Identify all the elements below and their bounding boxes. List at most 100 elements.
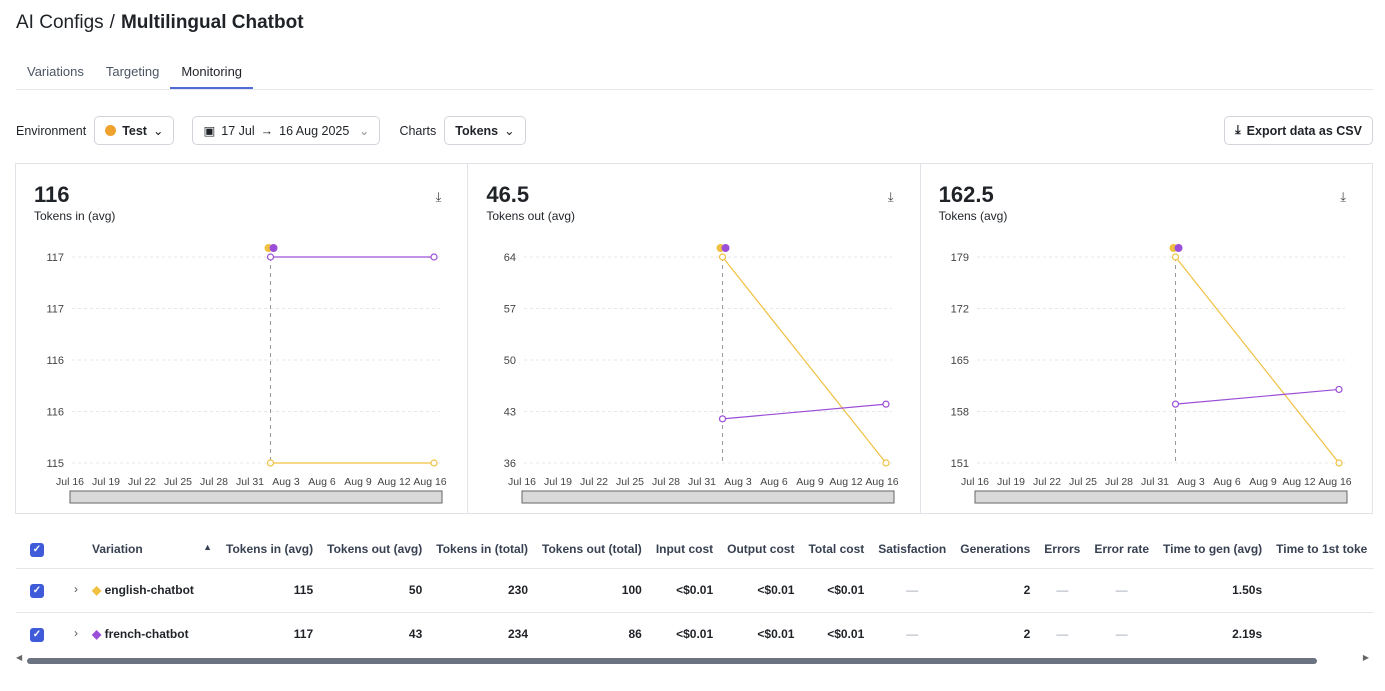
scroll-right-icon[interactable]: ▶ <box>1363 653 1369 662</box>
x-tick-label: Aug 12 <box>1282 476 1315 488</box>
charts-row: 116 Tokens in (avg) ⤓ 117 117 116 116 115 Jul 16… <box>15 163 1373 514</box>
table-cell <box>1269 611 1375 656</box>
column-header[interactable]: Errors <box>1037 530 1087 568</box>
column-header[interactable]: Satisfaction <box>871 530 953 568</box>
variation-name[interactable]: french-chatbot <box>105 627 189 641</box>
line-chart[interactable]: 117 117 116 116 115 Jul 16 Jul 19 Jul 22 Jul 25 J… <box>16 164 468 513</box>
column-header[interactable]: Output cost <box>720 530 801 568</box>
x-tick-label: Jul 16 <box>56 476 84 488</box>
chevron-down-icon: ⌄ <box>152 124 164 138</box>
data-point <box>430 253 438 261</box>
scrollbar-thumb[interactable] <box>27 658 1317 664</box>
table-cell: 230 <box>429 567 536 612</box>
data-point <box>719 253 727 261</box>
data-point <box>1171 400 1179 408</box>
column-header[interactable]: Total cost <box>801 530 871 568</box>
data-point <box>1171 253 1179 261</box>
chevron-down-icon: ⌄ <box>358 124 370 138</box>
y-tick-label: 57 <box>504 304 516 316</box>
column-header[interactable]: Error rate <box>1087 530 1156 568</box>
scroll-left-icon[interactable]: ◀ <box>16 653 22 662</box>
column-header[interactable]: Input cost <box>649 530 720 568</box>
charts-value: Tokens <box>455 123 499 138</box>
data-point <box>1335 385 1343 394</box>
x-tick-label: Aug 3 <box>1177 476 1205 488</box>
table-cell <box>1269 567 1375 612</box>
x-tick-label: Aug 3 <box>272 476 300 488</box>
chevron-down-icon: ⌄ <box>504 124 515 138</box>
x-tick-label: Aug 9 <box>1249 476 1277 488</box>
table-cell: — <box>1037 611 1088 656</box>
environment-dot-icon <box>105 125 117 136</box>
column-header[interactable]: Tokens in (total) <box>429 530 535 568</box>
breadcrumb-parent[interactable]: AI Configs <box>16 12 104 34</box>
date-range-picker[interactable]: ▣ 17 Jul → 16 Aug 2025 ⌄ <box>192 116 381 145</box>
variation-diamond-icon: ◆ <box>92 627 102 642</box>
line-chart[interactable]: 64 57 50 43 36 Jul 16 Jul 19 Jul 22 Jul 25 Jul 28… <box>468 164 920 513</box>
x-tick-label: Aug 16 <box>1318 476 1351 488</box>
breadcrumb-separator: / <box>109 12 115 33</box>
column-header[interactable]: Generations <box>953 530 1037 568</box>
y-tick-label: 116 <box>46 407 64 419</box>
column-header[interactable]: Variation ▲ <box>85 530 219 568</box>
x-tick-label: Jul 25 <box>1069 476 1097 488</box>
data-point <box>882 459 890 467</box>
table-cell: <$0.01 <box>648 611 721 656</box>
variation-name[interactable]: english-chatbot <box>105 583 194 597</box>
x-tick-label: Jul 19 <box>997 476 1025 488</box>
y-tick-label: 36 <box>504 458 516 470</box>
row-checkbox[interactable]: ✓ <box>30 628 44 643</box>
tab-monitoring[interactable]: Monitoring <box>170 56 254 89</box>
data-point <box>266 459 275 467</box>
x-tick-label: Jul 22 <box>128 476 156 488</box>
expand-chevron-icon[interactable]: › <box>74 626 78 640</box>
expand-chevron-icon[interactable]: › <box>74 582 78 596</box>
column-header[interactable]: Time to 1st toke <box>1269 530 1374 568</box>
y-tick-label: 151 <box>950 458 968 470</box>
environment-label: Environment <box>16 123 87 138</box>
horizontal-scrollbar[interactable]: ◀ ▶ <box>16 653 1373 666</box>
charts-select[interactable]: Tokens ⌄ <box>444 116 526 145</box>
y-tick-label: 43 <box>504 407 516 419</box>
y-tick-label: 117 <box>46 304 64 316</box>
table-cell: <$0.01 <box>801 567 872 612</box>
line-chart[interactable]: 179 172 165 158 151 Jul 16 Jul 19 Jul 22 Jul 25 J… <box>921 164 1373 513</box>
table-row[interactable]: ✓ › ◆ french-chatbot 117 43 234 86 <$0.01 <$0.01… <box>16 611 1375 656</box>
table-cell: 86 <box>535 611 649 656</box>
x-tick-label: Aug 16 <box>413 476 446 488</box>
table-row[interactable]: ✓ › ◆ english-chatbot 115 50 230 100 <$0.01 <$0.… <box>16 567 1375 612</box>
x-tick-label: Jul 22 <box>580 476 608 488</box>
export-csv-button[interactable]: ⤓ Export data as CSV <box>1224 116 1373 145</box>
calendar-icon: ▣ <box>203 124 216 138</box>
y-tick-label: 115 <box>46 458 64 470</box>
data-point <box>719 415 727 423</box>
y-tick-label: 116 <box>46 355 64 367</box>
hover-marker <box>721 244 730 252</box>
column-header[interactable]: Tokens in (avg) <box>219 530 320 568</box>
table-cell: <$0.01 <box>801 611 872 656</box>
y-tick-label: 50 <box>504 355 516 367</box>
column-header[interactable]: Tokens out (avg) <box>320 530 429 568</box>
x-tick-label: Aug 3 <box>725 476 753 488</box>
x-tick-label: Jul 31 <box>236 476 264 488</box>
x-tick-label: Jul 28 <box>652 476 680 488</box>
x-tick-label: Jul 28 <box>200 476 228 488</box>
x-tick-label: Jul 25 <box>616 476 644 488</box>
x-tick-label: Jul 31 <box>1141 476 1169 488</box>
tab-bar: Variations Targeting Monitoring <box>16 56 1373 90</box>
x-tick-label: Aug 16 <box>866 476 899 488</box>
breadcrumb: AI Configs / Multilingual Chatbot <box>16 12 304 34</box>
row-checkbox[interactable]: ✓ <box>30 584 44 598</box>
table-cell: <$0.01 <box>720 611 802 656</box>
select-all-checkbox[interactable]: ✓ <box>30 542 44 557</box>
variations-table: ✓ Variation ▲ Tokens in (avg) Tokens out … <box>16 530 1375 656</box>
environment-select[interactable]: Test ⌄ <box>94 116 175 145</box>
table-cell: — <box>871 567 954 612</box>
tab-targeting[interactable]: Targeting <box>95 56 170 89</box>
x-tick-label: Jul 16 <box>508 476 536 488</box>
download-icon: ⤓ <box>1235 123 1241 137</box>
x-tick-label: Jul 19 <box>544 476 572 488</box>
column-header[interactable]: Tokens out (total) <box>535 530 649 568</box>
column-header[interactable]: Time to gen (avg) <box>1156 530 1269 568</box>
tab-variations[interactable]: Variations <box>16 56 95 89</box>
